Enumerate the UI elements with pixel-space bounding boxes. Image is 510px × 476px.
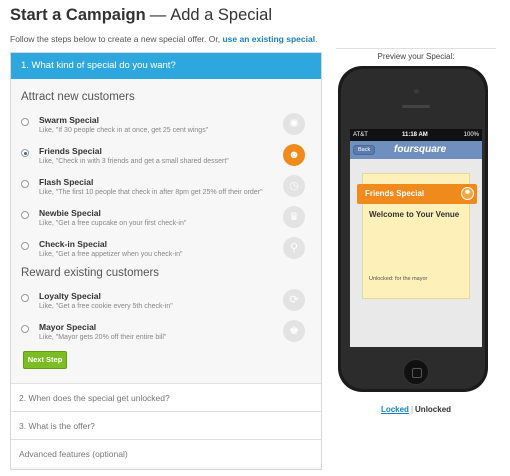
speaker-icon xyxy=(402,105,430,108)
option-friends-special[interactable]: Friends Special Like, "Check in with 3 f… xyxy=(21,144,311,174)
special-banner: Friends Special ✺ xyxy=(357,184,477,204)
advanced-features-header[interactable]: Advanced features (optional) xyxy=(11,439,321,467)
title-dash: — xyxy=(149,6,167,24)
phone-bezel: AT&T 11:18 AM 100% Back foursquare Frien… xyxy=(341,69,485,389)
option-name: Check-in Special xyxy=(39,239,108,249)
page-title: Start a Campaign — Add a Special xyxy=(10,6,272,25)
newbie-badge-icon: ♛ xyxy=(283,206,305,228)
option-newbie-special[interactable]: Newbie Special Like, "Get a free cupcake… xyxy=(21,206,311,236)
option-description: Like, "Get a free cookie every 5th check… xyxy=(39,303,173,310)
mayor-badge-icon: ♚ xyxy=(283,320,305,342)
unlocked-toggle-label: Unlocked xyxy=(415,405,452,414)
loyalty-badge-icon: ⟳ xyxy=(283,289,305,311)
back-button: Back xyxy=(353,145,376,155)
lock-state-toggle: Locked | Unlocked xyxy=(336,405,496,414)
swarm-radio[interactable] xyxy=(21,118,29,126)
unlocked-text: Unlocked: for the mayor xyxy=(369,276,428,282)
friends-radio[interactable] xyxy=(21,149,29,157)
loyalty-radio[interactable] xyxy=(21,294,29,302)
title-rest: Add a Special xyxy=(170,6,273,24)
preview-label: Preview your Special: xyxy=(377,52,455,61)
welcome-text: Welcome to Your Venue xyxy=(369,210,460,219)
option-swarm-special[interactable]: Swarm Special Like, "If 30 people check … xyxy=(21,113,311,143)
option-checkin-special[interactable]: Check-in Special Like, "Get a free appet… xyxy=(21,237,311,267)
phone-screen: AT&T 11:18 AM 100% Back foursquare Frien… xyxy=(350,129,482,347)
locked-link[interactable]: Locked xyxy=(381,405,409,414)
step-2-header[interactable]: 2. When does the special get unlocked? xyxy=(11,383,321,411)
option-description: Like, "Check in with 3 friends and get a… xyxy=(39,158,229,165)
subtitle-end: . xyxy=(315,34,318,44)
flash-radio[interactable] xyxy=(21,180,29,188)
checkin-badge-icon: ⚲ xyxy=(283,237,305,259)
option-flash-special[interactable]: Flash Special Like, "The first 10 people… xyxy=(21,175,311,205)
step-3-header[interactable]: 3. What is the offer? xyxy=(11,411,321,439)
wizard-panel: 1. What kind of special do you want? Att… xyxy=(10,52,322,470)
preview-divider xyxy=(336,48,496,49)
newbie-radio[interactable] xyxy=(21,211,29,219)
mayor-radio[interactable] xyxy=(21,325,29,333)
phone-preview: AT&T 11:18 AM 100% Back foursquare Frien… xyxy=(338,66,488,392)
step-1-header[interactable]: 1. What kind of special do you want? xyxy=(11,53,321,79)
status-battery: 100% xyxy=(463,132,479,138)
option-description: Like, "Mayor gets 20% off their entire b… xyxy=(39,334,167,341)
friends-badge-icon: ☻ xyxy=(283,144,305,166)
option-description: Like, "Get a free appetizer when you che… xyxy=(39,251,183,258)
page-subtitle: Follow the steps below to create a new s… xyxy=(10,34,317,44)
option-mayor-special[interactable]: Mayor Special Like, "Mayor gets 20% off … xyxy=(21,320,311,350)
status-carrier: AT&T xyxy=(353,132,368,138)
next-step-button[interactable]: Next Step xyxy=(23,351,67,369)
special-name: Friends Special xyxy=(365,189,425,198)
app-navbar: Back foursquare xyxy=(350,141,482,159)
special-card: Friends Special ✺ Welcome to Your Venue … xyxy=(357,173,477,299)
special-badge-icon: ✺ xyxy=(461,187,474,200)
option-description: Like, "If 30 people check in at once, ge… xyxy=(39,127,209,134)
status-time: 11:18 AM xyxy=(402,132,428,138)
option-name: Swarm Special xyxy=(39,115,100,125)
foursquare-logo: foursquare xyxy=(394,144,447,155)
swarm-badge-icon: ✺ xyxy=(283,113,305,135)
option-loyalty-special[interactable]: Loyalty Special Like, "Get a free cookie… xyxy=(21,289,311,319)
subtitle-text: Follow the steps below to create a new s… xyxy=(10,34,221,44)
toggle-separator: | xyxy=(410,405,414,414)
option-name: Loyalty Special xyxy=(39,291,101,301)
option-description: Like, "The first 10 people that check in… xyxy=(39,189,263,196)
option-name: Mayor Special xyxy=(39,322,97,332)
reward-existing-customers-heading: Reward existing customers xyxy=(21,267,160,279)
title-bold: Start a Campaign xyxy=(10,6,146,24)
flash-badge-icon: ◷ xyxy=(283,175,305,197)
attract-new-customers-heading: Attract new customers xyxy=(21,91,135,103)
camera-icon xyxy=(414,89,419,94)
option-name: Newbie Special xyxy=(39,208,101,218)
option-name: Friends Special xyxy=(39,146,102,156)
option-name: Flash Special xyxy=(39,177,94,187)
home-button-icon xyxy=(403,359,429,385)
checkin-radio[interactable] xyxy=(21,242,29,250)
use-existing-special-link[interactable]: use an existing special xyxy=(222,34,315,44)
option-description: Like, "Get a free cupcake on your first … xyxy=(39,220,187,227)
status-bar: AT&T 11:18 AM 100% xyxy=(350,129,482,141)
